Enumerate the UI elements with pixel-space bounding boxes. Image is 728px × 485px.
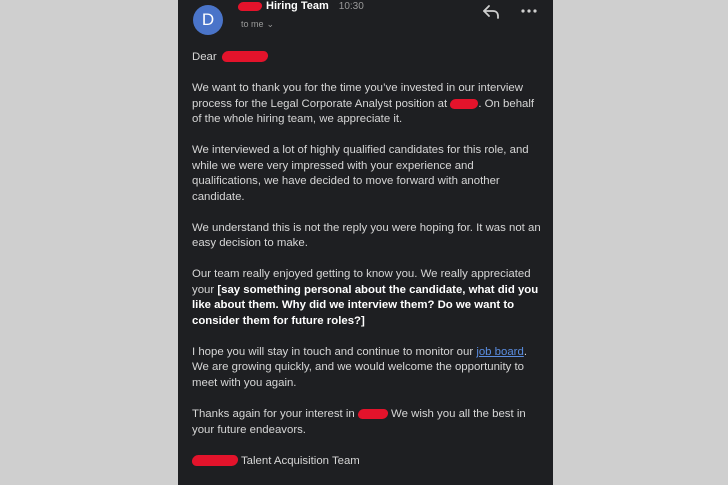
paragraph-text: I hope you will stay in touch and contin… [192,345,474,358]
timestamp: 10:30 [338,0,364,12]
chevron-down-icon: ⌄ [266,19,275,29]
greeting-text: Dear [192,51,217,63]
recipient-toggle[interactable]: to me ⌄ [241,19,274,30]
recipient-label: to me [241,19,264,29]
greeting: Dear [192,50,542,66]
redaction-mark [357,409,389,420]
reply-icon[interactable] [482,4,500,20]
signature-text: Talent Acquisition Team [240,454,360,467]
job-board-link[interactable]: job board [476,346,524,358]
redaction-mark [191,455,239,467]
avatar[interactable]: D [193,5,223,35]
paragraph-thanks: We want to thank you for the time you’ve… [192,81,542,128]
paragraph-stay-in-touch: I hope you will stay in touch and contin… [192,345,542,392]
paragraph-appreciation: Our team really enjoyed getting to know … [192,267,542,329]
paragraph-decision: We interviewed a lot of highly qualified… [192,144,529,203]
sender-row: Hiring Team 10:30 [237,0,364,12]
email-view: D Hiring Team 10:30 to me ⌄ Dear We want … [178,0,553,485]
paragraph-text: Thanks again for your interest in [192,408,355,421]
email-body: Dear We want to thank you for the time y… [191,50,542,485]
more-icon[interactable] [521,8,537,14]
paragraph-understand: We understand this is not the reply you … [192,221,541,250]
redaction-mark [449,98,480,109]
redaction-mark [221,51,269,63]
paragraph-closing: Thanks again for your interest in We wis… [192,407,542,438]
redaction-mark [237,1,263,11]
signature: Talent Acquisition Team [191,454,542,470]
email-header: D Hiring Team 10:30 to me ⌄ [178,0,553,42]
sender-name[interactable]: Hiring Team [266,0,329,12]
placeholder-bold-text: [say something personal about the candid… [192,283,539,327]
